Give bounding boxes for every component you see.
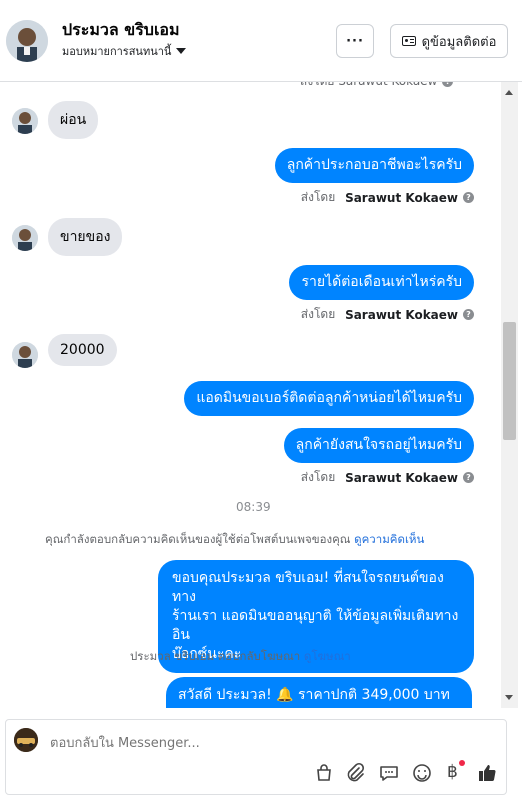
view-contact-label: ดูข้อมูลติดต่อ xyxy=(421,34,497,50)
attach-icon[interactable] xyxy=(344,762,366,784)
view-comment-link[interactable]: ดูความคิดเห็น xyxy=(354,532,424,546)
notification-dot xyxy=(459,760,465,766)
incoming-message[interactable]: ผ่อน xyxy=(48,101,99,139)
sender-avatar xyxy=(12,108,38,134)
saved-reply-icon[interactable] xyxy=(378,762,400,784)
shop-icon[interactable] xyxy=(313,762,335,784)
outgoing-message[interactable]: แอดมินขอเบอร์ติดต่อลูกค้าหน่อยได้ไหมครับ xyxy=(184,381,474,416)
incoming-message[interactable]: 20000 xyxy=(48,334,117,366)
like-icon[interactable] xyxy=(476,762,498,784)
more-icon: ··· xyxy=(346,33,364,49)
help-icon[interactable]: ? xyxy=(463,192,474,203)
timestamp: 08:39 xyxy=(236,500,271,514)
sender-avatar xyxy=(12,342,38,368)
scroll-up-arrow[interactable] xyxy=(505,90,513,95)
message-input[interactable] xyxy=(48,732,432,754)
chevron-down-icon xyxy=(176,48,187,54)
view-contact-button[interactable]: ดูข้อมูลติดต่อ xyxy=(390,24,508,58)
scroll-down-arrow[interactable] xyxy=(505,695,513,700)
emoji-icon[interactable] xyxy=(411,762,433,784)
help-icon[interactable]: ? xyxy=(442,82,454,87)
assign-conversation[interactable]: มอบหมายการสนทนานี้ xyxy=(62,42,187,60)
more-button[interactable]: ··· xyxy=(336,24,374,58)
sent-by-label: ส่งโดย Sarawut Kokaew? xyxy=(301,468,474,487)
conversation-header: ประมวล ขริบเอม มอบหมายการสนทนานี้ ··· ดู… xyxy=(0,0,522,82)
ad-reply-notice: ประมวล ขริบเอม ตอบกลับโฆษณา ดูโฆษณา xyxy=(130,649,351,663)
help-icon[interactable]: ? xyxy=(463,309,474,320)
scrollbar-thumb[interactable] xyxy=(503,322,516,440)
message-thread[interactable]: ส่งโดย Sarawut Kokaew? ผ่อน ลูกค้าประกอบ… xyxy=(0,82,500,708)
baht-icon[interactable]: ฿ xyxy=(447,762,458,782)
assign-label: มอบหมายการสนทนานี้ xyxy=(62,45,172,58)
contact-name[interactable]: ประมวล ขริบเอม xyxy=(62,18,180,43)
contact-card-icon xyxy=(401,36,416,46)
sent-by-label: ส่งโดย Sarawut Kokaew? xyxy=(301,188,474,207)
comment-reply-notice: คุณกำลังตอบกลับความคิดเห็นของผู้ใช้ต่อโพ… xyxy=(45,532,425,546)
sender-avatar xyxy=(12,225,38,251)
outgoing-message[interactable]: รายได้ต่อเดือนเท่าไหร่ครับ xyxy=(289,265,474,300)
outgoing-message[interactable]: สวัสดี ประมวล! 🔔 ราคาปกติ 349,000 บาท xyxy=(166,677,472,708)
help-icon[interactable]: ? xyxy=(463,472,474,483)
contact-avatar[interactable] xyxy=(6,20,48,62)
sent-by-partial: ส่งโดย Sarawut Kokaew? xyxy=(300,82,454,91)
view-ad-link[interactable]: ดูโฆษณา xyxy=(304,649,351,663)
outgoing-message[interactable]: ลูกค้ายังสนใจรถอยู่ไหมครับ xyxy=(283,428,474,463)
page-avatar xyxy=(14,728,38,752)
incoming-message[interactable]: ขายของ xyxy=(48,218,123,256)
sent-by-label: ส่งโดย Sarawut Kokaew? xyxy=(301,305,474,324)
reply-composer[interactable]: ฿ xyxy=(5,719,507,795)
outgoing-message[interactable]: ลูกค้าประกอบอาชีพอะไรครับ xyxy=(274,148,474,183)
